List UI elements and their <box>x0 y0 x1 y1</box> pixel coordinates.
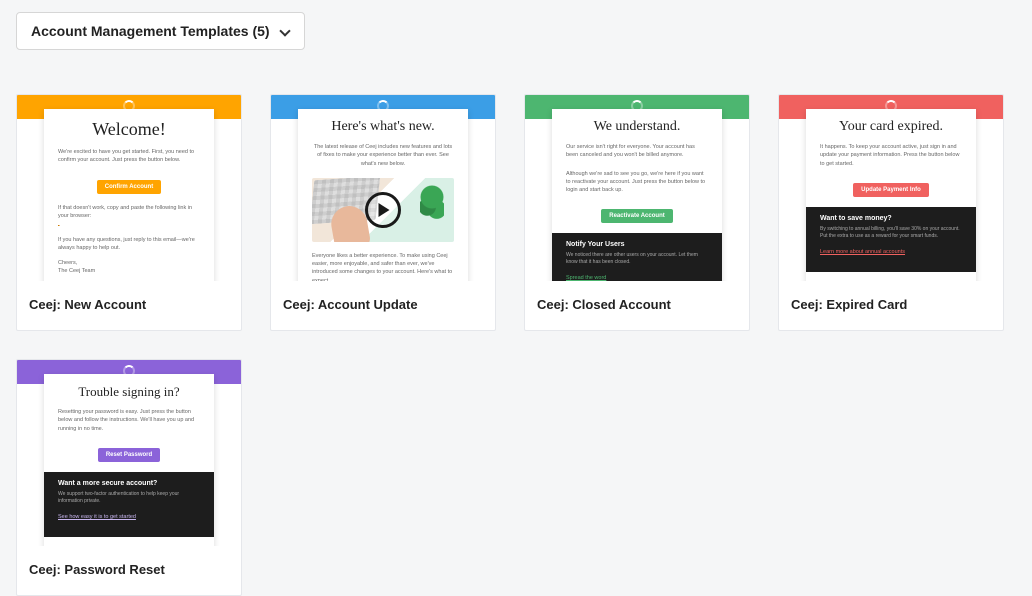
template-title: Ceej: Expired Card <box>779 281 1003 330</box>
group-dropdown[interactable]: Account Management Templates (5) <box>16 12 305 50</box>
preview-text: The Ceej Team <box>58 267 200 275</box>
preview-dark-title: Want to save money? <box>820 215 962 222</box>
preview-dark-body: We support two-factor authentication to … <box>58 491 200 505</box>
play-icon <box>365 192 401 228</box>
template-card[interactable]: Here's what's new. The latest release of… <box>270 94 496 331</box>
preview-heading: Here's what's new. <box>298 109 468 135</box>
preview-button: Confirm Account <box>97 180 161 194</box>
preview-link: Learn more about annual accounts <box>820 249 905 255</box>
preview-button: Update Payment Info <box>853 183 929 197</box>
template-preview: Welcome! We're excited to have you get s… <box>17 95 241 281</box>
preview-dark-panel: Want a more secure account? We support t… <box>44 472 214 537</box>
preview-link: See how easy it is to get started <box>58 514 136 520</box>
preview-dark-body: We noticed there are other users on your… <box>566 252 708 266</box>
template-card[interactable]: We understand. Our service isn't right f… <box>524 94 750 331</box>
preview-link: Spread the word <box>566 275 606 281</box>
preview-button: Reset Password <box>98 448 160 462</box>
preview-text: If that doesn't work, copy and paste the… <box>58 204 200 221</box>
templates-grid: Welcome! We're excited to have you get s… <box>16 94 1016 596</box>
preview-heading: We understand. <box>552 109 722 135</box>
preview-text: The latest release of Ceej includes new … <box>312 143 454 168</box>
preview-link <box>58 220 178 226</box>
template-title: Ceej: New Account <box>17 281 241 330</box>
preview-text: Although we're sad to see you go, we're … <box>566 170 708 195</box>
template-preview: Trouble signing in? Resetting your passw… <box>17 360 241 546</box>
preview-dark-body: By switching to annual billing, you'll s… <box>820 226 962 240</box>
preview-text: Cheers, <box>58 259 200 267</box>
preview-heading: Welcome! <box>44 109 214 140</box>
preview-button: Reactivate Account <box>601 209 672 223</box>
template-title: Ceej: Account Update <box>271 281 495 330</box>
template-card[interactable]: Welcome! We're excited to have you get s… <box>16 94 242 331</box>
template-title: Ceej: Password Reset <box>17 546 241 595</box>
template-preview: We understand. Our service isn't right f… <box>525 95 749 281</box>
preview-dark-panel: Notify Your Users We noticed there are o… <box>552 233 722 281</box>
template-card[interactable]: Trouble signing in? Resetting your passw… <box>16 359 242 596</box>
preview-text: Everyone likes a better experience. To m… <box>312 252 454 281</box>
template-preview: Your card expired. It happens. To keep y… <box>779 95 1003 281</box>
preview-dark-title: Want a more secure account? <box>58 480 200 487</box>
preview-dark-title: Notify Your Users <box>566 241 708 248</box>
chevron-down-icon <box>280 26 290 36</box>
template-card[interactable]: Your card expired. It happens. To keep y… <box>778 94 1004 331</box>
template-preview: Here's what's new. The latest release of… <box>271 95 495 281</box>
preview-text: We're excited to have you get started. F… <box>58 148 200 165</box>
preview-heading: Your card expired. <box>806 109 976 135</box>
preview-text: Resetting your password is easy. Just pr… <box>58 408 200 433</box>
group-dropdown-label: Account Management Templates (5) <box>31 23 270 39</box>
template-title: Ceej: Closed Account <box>525 281 749 330</box>
preview-text: Our service isn't right for everyone. Yo… <box>566 143 708 160</box>
preview-dark-panel: Want to save money? By switching to annu… <box>806 207 976 272</box>
preview-video <box>312 178 454 242</box>
preview-text: If you have any questions, just reply to… <box>58 236 200 253</box>
preview-text: It happens. To keep your account active,… <box>820 143 962 168</box>
preview-heading: Trouble signing in? <box>44 374 214 400</box>
